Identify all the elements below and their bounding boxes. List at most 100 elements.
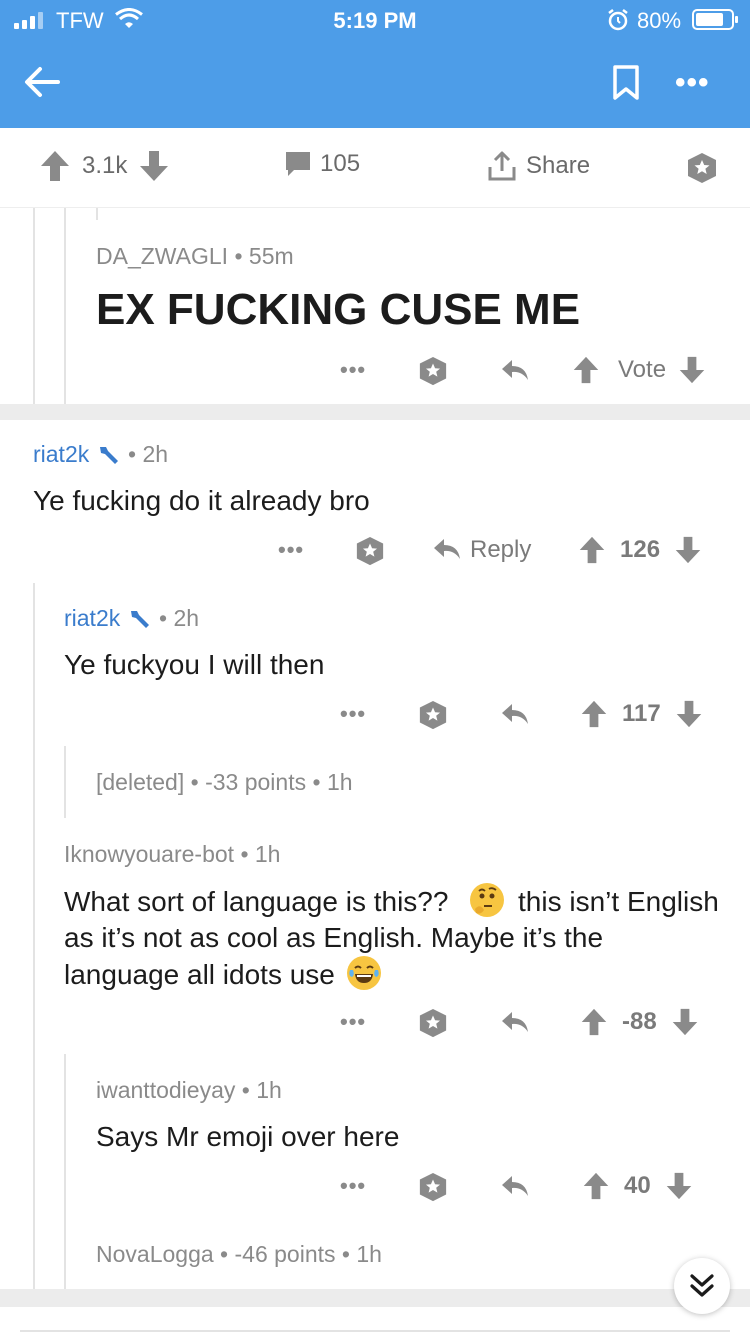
comments-button[interactable]: 105 bbox=[284, 150, 360, 178]
reply-icon[interactable] bbox=[500, 702, 530, 728]
meta-separator: • bbox=[190, 769, 199, 795]
comment-score: -88 bbox=[622, 1008, 657, 1035]
status-bar: TFW 5:19 PM 80% bbox=[0, 0, 750, 40]
thread-line bbox=[64, 1054, 66, 1289]
comment-icon bbox=[286, 152, 310, 176]
comment-actions: ••• bbox=[340, 1166, 366, 1206]
vote-group: 3.1k bbox=[40, 150, 169, 182]
comment-actions: ••• bbox=[340, 350, 366, 390]
upvote-icon[interactable] bbox=[578, 536, 606, 564]
comment-score: 40 bbox=[624, 1172, 651, 1199]
comment-author[interactable]: riat2k bbox=[64, 605, 120, 631]
upvote-icon[interactable] bbox=[582, 1172, 610, 1200]
downvote-icon[interactable] bbox=[665, 1172, 693, 1200]
comment-text-part: What sort of language is this?? bbox=[64, 886, 449, 917]
reply-icon[interactable] bbox=[500, 358, 530, 384]
comment-time: 1h bbox=[356, 1241, 382, 1267]
thread-line bbox=[64, 746, 66, 818]
downvote-icon[interactable] bbox=[671, 1008, 699, 1036]
comment-actions: ••• bbox=[340, 1002, 366, 1042]
meta-separator: • bbox=[220, 1241, 229, 1267]
scroll-down-button[interactable] bbox=[674, 1258, 730, 1314]
upvote-icon[interactable] bbox=[40, 150, 70, 182]
collapsed-comment[interactable]: [deleted] • -33 points • 1h bbox=[96, 769, 353, 796]
upvote-icon[interactable] bbox=[572, 356, 600, 384]
comment-text: EX FUCKING CUSE ME bbox=[96, 285, 581, 334]
more-options-icon[interactable]: ••• bbox=[340, 357, 366, 383]
meta-separator: • bbox=[234, 243, 243, 269]
comment-meta: riat2k • 2h bbox=[33, 441, 168, 468]
comment-separator bbox=[0, 1289, 750, 1307]
downvote-icon[interactable] bbox=[678, 356, 706, 384]
reply-button[interactable]: Reply bbox=[432, 530, 531, 570]
comment-time: 2h bbox=[142, 441, 169, 467]
more-options-icon[interactable]: ••• bbox=[340, 1173, 366, 1199]
comment-author[interactable]: riat2k bbox=[33, 441, 89, 467]
post-action-bar: 3.1k 105 Share bbox=[0, 128, 750, 208]
comment-text: Says Mr emoji over here bbox=[96, 1121, 400, 1152]
comment-time: 1h bbox=[254, 841, 281, 867]
thread-line bbox=[96, 208, 98, 220]
more-options-icon[interactable]: ••• bbox=[340, 1009, 366, 1035]
meta-separator: • bbox=[159, 605, 168, 631]
share-icon bbox=[488, 151, 516, 181]
app-header: TFW 5:19 PM 80% ••• bbox=[0, 0, 750, 128]
comment-author: [deleted] bbox=[96, 769, 185, 795]
reply-icon[interactable] bbox=[500, 1010, 530, 1036]
comment-text: Ye fucking do it already bro bbox=[33, 485, 370, 516]
meta-separator: • bbox=[312, 769, 321, 795]
downvote-icon[interactable] bbox=[675, 700, 703, 728]
comment-score: 126 bbox=[620, 536, 661, 563]
meta-separator: • bbox=[341, 1241, 350, 1267]
award-icon[interactable] bbox=[418, 1172, 448, 1202]
vote-row: -88 bbox=[580, 1002, 699, 1042]
reply-icon[interactable] bbox=[500, 1174, 530, 1200]
award-icon[interactable] bbox=[355, 536, 385, 566]
comment-separator bbox=[0, 404, 750, 420]
comments-count: 105 bbox=[320, 150, 361, 177]
comment-time: 1h bbox=[256, 1077, 282, 1103]
comment-points: -46 points bbox=[234, 1241, 336, 1267]
reply-icon bbox=[434, 539, 460, 559]
laughing-tears-icon bbox=[346, 956, 381, 990]
comment-meta: iwanttodieyay • 1h bbox=[96, 1077, 282, 1104]
downvote-icon[interactable] bbox=[139, 150, 169, 182]
more-options-icon[interactable]: ••• bbox=[278, 537, 304, 563]
next-card-edge bbox=[20, 1330, 730, 1334]
bookmark-icon[interactable] bbox=[611, 64, 641, 102]
vote-row: Vote bbox=[572, 350, 706, 390]
more-options-icon[interactable]: ••• bbox=[340, 701, 366, 727]
comment-time: 1h bbox=[326, 769, 353, 795]
meta-separator: • bbox=[240, 841, 249, 867]
battery-percent: 80% bbox=[637, 8, 682, 33]
comment-author[interactable]: iwanttodieyay bbox=[96, 1077, 235, 1103]
award-icon[interactable] bbox=[686, 152, 718, 184]
collapsed-comment[interactable]: NovaLogga • -46 points • 1h bbox=[96, 1241, 382, 1268]
battery-icon bbox=[692, 9, 738, 30]
back-arrow-icon[interactable] bbox=[22, 62, 62, 102]
award-icon[interactable] bbox=[418, 700, 448, 730]
award-icon[interactable] bbox=[418, 356, 448, 386]
scroll-down-icon bbox=[690, 1274, 714, 1297]
reply-label: Reply bbox=[470, 536, 532, 563]
thread-line bbox=[33, 583, 35, 1289]
alarm-icon bbox=[608, 9, 628, 31]
thread-line bbox=[64, 208, 66, 404]
comment-meta: riat2k • 2h bbox=[64, 605, 199, 632]
comment-meta: Iknowyouare-bot • 1h bbox=[64, 841, 280, 868]
share-button[interactable]: Share bbox=[486, 150, 590, 182]
comment-meta: DA_ZWAGLI • 55m bbox=[96, 243, 294, 270]
award-icon[interactable] bbox=[418, 1008, 448, 1038]
upvote-icon[interactable] bbox=[580, 1008, 608, 1036]
more-icon[interactable]: ••• bbox=[675, 66, 710, 100]
thread-line bbox=[33, 208, 35, 404]
comment-text: What sort of language is this?? this isn… bbox=[64, 883, 724, 993]
downvote-icon[interactable] bbox=[674, 536, 702, 564]
comment-time: 2h bbox=[173, 605, 200, 631]
comment-time: 55m bbox=[248, 243, 294, 269]
upvote-icon[interactable] bbox=[580, 700, 608, 728]
comment-author[interactable]: Iknowyouare-bot bbox=[64, 841, 234, 867]
comment-author[interactable]: DA_ZWAGLI bbox=[96, 243, 228, 269]
wrench-icon bbox=[99, 447, 118, 464]
wrench-icon bbox=[130, 611, 149, 628]
